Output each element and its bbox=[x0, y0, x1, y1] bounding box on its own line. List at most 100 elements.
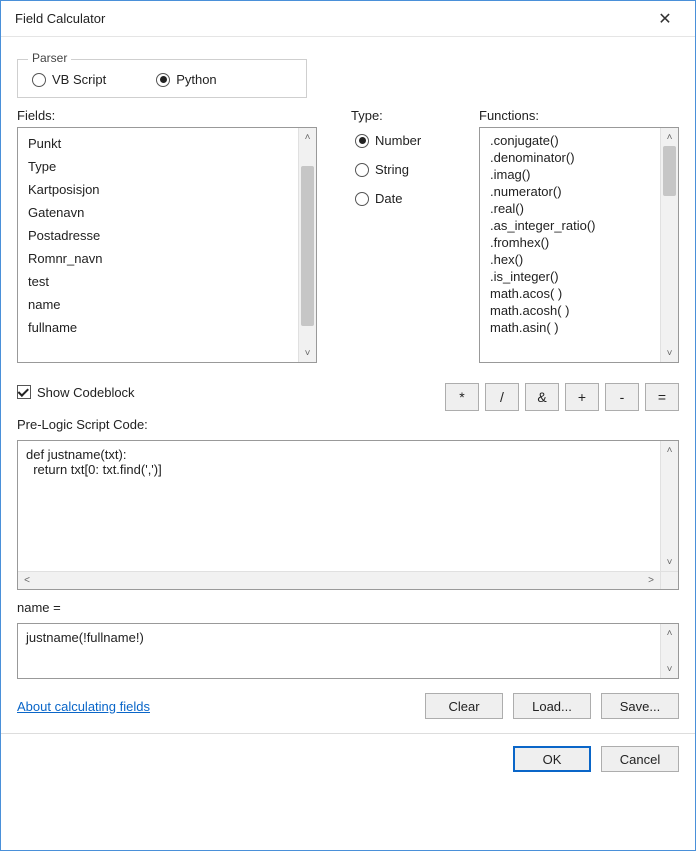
dialog-content: Parser VB Script Python Fields: Punkt bbox=[1, 37, 695, 850]
field-calculator-dialog: Field Calculator ✕ Parser VB Script Pyth… bbox=[0, 0, 696, 851]
list-item[interactable]: Gatenavn bbox=[26, 201, 290, 224]
bottom-row-actions: About calculating fields Clear Load... S… bbox=[17, 693, 679, 719]
radio-label: Number bbox=[375, 133, 421, 148]
fields-listbox-inner: Punkt Type Kartposisjon Gatenavn Postadr… bbox=[18, 128, 298, 362]
functions-column: Functions: .conjugate() .denominator() .… bbox=[479, 108, 679, 363]
scroll-down-icon[interactable]: ˅ bbox=[661, 660, 678, 678]
fields-listbox[interactable]: Punkt Type Kartposisjon Gatenavn Postadr… bbox=[17, 127, 317, 363]
top-row: Fields: Punkt Type Kartposisjon Gatenavn… bbox=[17, 108, 679, 363]
type-radio-date[interactable]: Date bbox=[355, 191, 461, 206]
scroll-down-icon[interactable]: ˅ bbox=[661, 344, 678, 362]
list-item[interactable]: .is_integer() bbox=[488, 268, 652, 285]
scroll-down-icon[interactable]: ˅ bbox=[661, 553, 678, 571]
list-item[interactable]: .fromhex() bbox=[488, 234, 652, 251]
radio-label: Date bbox=[375, 191, 402, 206]
functions-listbox-inner: .conjugate() .denominator() .imag() .num… bbox=[480, 128, 660, 362]
op-multiply-button[interactable]: * bbox=[445, 383, 479, 411]
list-item[interactable]: Punkt bbox=[26, 132, 290, 155]
list-item[interactable]: .real() bbox=[488, 200, 652, 217]
prelogic-label: Pre-Logic Script Code: bbox=[17, 417, 679, 432]
about-link[interactable]: About calculating fields bbox=[17, 699, 150, 714]
scrollbar-vertical[interactable]: ˄ ˅ bbox=[660, 624, 678, 678]
list-item[interactable]: test bbox=[26, 270, 290, 293]
operator-buttons: * / & + - = bbox=[445, 383, 679, 411]
parser-radio-vbscript[interactable]: VB Script bbox=[32, 72, 106, 87]
scroll-track[interactable] bbox=[661, 146, 678, 344]
show-codeblock-checkbox[interactable] bbox=[17, 385, 31, 399]
op-plus-button[interactable]: + bbox=[565, 383, 599, 411]
list-item[interactable]: .as_integer_ratio() bbox=[488, 217, 652, 234]
scroll-track[interactable] bbox=[36, 572, 642, 589]
prelogic-code-area[interactable]: def justname(txt): return txt[0: txt.fin… bbox=[17, 440, 679, 590]
list-item[interactable]: .denominator() bbox=[488, 149, 652, 166]
scroll-track[interactable] bbox=[661, 459, 678, 553]
scrollbar-vertical[interactable]: ˄ ˅ bbox=[298, 128, 316, 362]
list-item[interactable]: Type bbox=[26, 155, 290, 178]
scroll-right-icon[interactable]: ˃ bbox=[642, 572, 660, 589]
radio-icon bbox=[32, 73, 46, 87]
window-title: Field Calculator bbox=[15, 11, 645, 26]
middle-row: Show Codeblock * / & + - = bbox=[17, 373, 679, 411]
type-options: Number String Date bbox=[351, 133, 461, 206]
list-item[interactable]: .hex() bbox=[488, 251, 652, 268]
list-item[interactable]: Romnr_navn bbox=[26, 247, 290, 270]
load-button[interactable]: Load... bbox=[513, 693, 591, 719]
op-divide-button[interactable]: / bbox=[485, 383, 519, 411]
cancel-button[interactable]: Cancel bbox=[601, 746, 679, 772]
fields-label: Fields: bbox=[17, 108, 317, 123]
list-item[interactable]: fullname bbox=[26, 316, 290, 339]
scroll-corner bbox=[660, 571, 678, 589]
close-icon: ✕ bbox=[658, 9, 671, 29]
expression-text[interactable]: justname(!fullname!) bbox=[26, 630, 658, 672]
scroll-up-icon[interactable]: ˄ bbox=[299, 128, 316, 146]
close-button[interactable]: ✕ bbox=[645, 4, 685, 34]
type-radio-number[interactable]: Number bbox=[355, 133, 461, 148]
prelogic-code-text[interactable]: def justname(txt): return txt[0: txt.fin… bbox=[26, 447, 658, 569]
parser-legend: Parser bbox=[28, 51, 71, 65]
titlebar: Field Calculator ✕ bbox=[1, 1, 695, 37]
parser-options: VB Script Python bbox=[32, 72, 292, 87]
scroll-track[interactable] bbox=[299, 146, 316, 344]
list-item[interactable]: Kartposisjon bbox=[26, 178, 290, 201]
scrollbar-vertical[interactable]: ˄ ˅ bbox=[660, 441, 678, 571]
parser-radio-python[interactable]: Python bbox=[156, 72, 216, 87]
list-item[interactable]: .conjugate() bbox=[488, 132, 652, 149]
list-item[interactable]: name bbox=[26, 293, 290, 316]
list-item[interactable]: math.acosh( ) bbox=[488, 302, 652, 319]
radio-label: VB Script bbox=[52, 72, 106, 87]
functions-label: Functions: bbox=[479, 108, 679, 123]
ok-button[interactable]: OK bbox=[513, 746, 591, 772]
radio-icon bbox=[355, 134, 369, 148]
list-item[interactable]: math.acos( ) bbox=[488, 285, 652, 302]
op-equals-button[interactable]: = bbox=[645, 383, 679, 411]
type-radio-string[interactable]: String bbox=[355, 162, 461, 177]
list-item[interactable]: .numerator() bbox=[488, 183, 652, 200]
scroll-up-icon[interactable]: ˄ bbox=[661, 624, 678, 642]
clear-button[interactable]: Clear bbox=[425, 693, 503, 719]
scroll-up-icon[interactable]: ˄ bbox=[661, 441, 678, 459]
scrollbar-vertical[interactable]: ˄ ˅ bbox=[660, 128, 678, 362]
scroll-thumb[interactable] bbox=[301, 166, 314, 326]
list-item[interactable]: math.asin( ) bbox=[488, 319, 652, 336]
list-item[interactable]: .imag() bbox=[488, 166, 652, 183]
scrollbar-horizontal[interactable]: ˂ ˃ bbox=[18, 571, 660, 589]
radio-label: String bbox=[375, 162, 409, 177]
expression-label: name = bbox=[17, 600, 679, 615]
radio-icon bbox=[355, 163, 369, 177]
op-minus-button[interactable]: - bbox=[605, 383, 639, 411]
functions-listbox[interactable]: .conjugate() .denominator() .imag() .num… bbox=[479, 127, 679, 363]
scroll-down-icon[interactable]: ˅ bbox=[299, 344, 316, 362]
scroll-up-icon[interactable]: ˄ bbox=[661, 128, 678, 146]
dialog-buttons: OK Cancel bbox=[17, 734, 679, 772]
save-button[interactable]: Save... bbox=[601, 693, 679, 719]
type-label: Type: bbox=[351, 108, 461, 123]
scroll-track[interactable] bbox=[661, 642, 678, 660]
op-concat-button[interactable]: & bbox=[525, 383, 559, 411]
show-codeblock-label: Show Codeblock bbox=[37, 385, 135, 400]
scroll-thumb[interactable] bbox=[663, 146, 676, 196]
parser-group: Parser VB Script Python bbox=[17, 59, 307, 98]
radio-label: Python bbox=[176, 72, 216, 87]
expression-box[interactable]: justname(!fullname!) ˄ ˅ bbox=[17, 623, 679, 679]
list-item[interactable]: Postadresse bbox=[26, 224, 290, 247]
scroll-left-icon[interactable]: ˂ bbox=[18, 572, 36, 589]
